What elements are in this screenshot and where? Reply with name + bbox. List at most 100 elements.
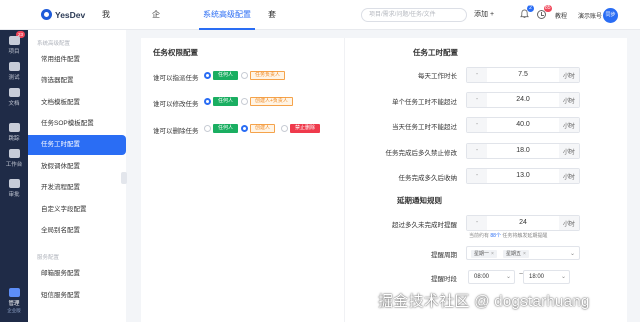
left-rail: 23 项目 测试 文档 跳踪 工作台 审批 管理 企业版 (0, 0, 28, 322)
stepper-value[interactable]: 24.0 (487, 93, 559, 107)
permission-label: 谁可以删除任务 (153, 128, 199, 135)
logo[interactable]: YesDev (41, 9, 85, 20)
radio-creator[interactable] (241, 125, 248, 132)
test-icon (8, 62, 20, 71)
chevron-down-icon: ⌄ (560, 274, 566, 280)
sidebar-item-holidays[interactable]: 放假调休配置 (28, 157, 126, 177)
unit-label: 小时 (563, 222, 576, 228)
sidebar-group-title: 系统高级配置 (37, 41, 71, 47)
rail-item-approval[interactable]: 审批 (0, 179, 28, 198)
workhours-label: 任务完成后多久禁止修改 (385, 150, 458, 157)
stepper-value[interactable]: 7.5 (487, 68, 559, 82)
clock-badge: 85 (544, 5, 552, 12)
unit-label: 小时 (563, 150, 576, 156)
radio-anyone[interactable] (204, 125, 211, 132)
permission-label: 谁可以修改任务 (153, 101, 199, 108)
time-start-select[interactable]: 08:00 ⌄ (468, 270, 515, 284)
close-icon[interactable]: × (523, 251, 526, 257)
rail-item-workbench[interactable]: 工作台 (0, 149, 28, 168)
reminder-threshold-label: 超过多久未完成时提醒 (392, 222, 457, 229)
minus-button[interactable]: - (467, 169, 487, 183)
nav-enterprise[interactable]: 企业管理 (148, 0, 164, 109)
tag-creator-assignee: 创建人+负责人 (250, 97, 293, 106)
rail-item-docs[interactable]: 文档 (0, 88, 28, 107)
tag-creator: 创建人 (250, 124, 276, 133)
sidebar-item-sop-templates[interactable]: 任务SOP模板配置 (28, 114, 126, 134)
account-name[interactable]: 演示账号 (578, 11, 602, 20)
workhours-label: 当天任务工时不能超过 (392, 124, 457, 131)
bell-badge: 2 (527, 5, 534, 12)
rail-item-test[interactable]: 测试 (0, 62, 28, 81)
stepper-value[interactable]: 24 (487, 216, 559, 230)
add-button[interactable]: 添加 + (474, 9, 494, 21)
admin-icon (8, 288, 20, 297)
minus-button[interactable]: - (467, 144, 487, 158)
unit-label: 小时 (563, 74, 576, 80)
minus-button[interactable]: - (467, 68, 487, 82)
top-bar: YesDev 我的信息 企业管理 系统高级配置 套餐 项目/需求/问题/任务/文… (0, 0, 640, 109)
config-sidebar: 系统高级配置 常用组件配置 筛选器配置 文档模板配置 任务SOP模板配置 任务工… (28, 30, 126, 322)
logo-icon (41, 9, 52, 20)
radio-forbid-delete[interactable] (281, 125, 288, 132)
period-label: 提醒周期 (431, 252, 457, 259)
sidebar-group-title: 服务配置 (37, 255, 60, 261)
radio-anyone[interactable] (204, 72, 211, 79)
reminder-title: 延期通知规则 (397, 196, 442, 205)
minus-button[interactable]: - (467, 118, 487, 132)
close-icon[interactable]: × (491, 251, 494, 257)
sidebar-item-doc-templates[interactable]: 文档模板配置 (28, 93, 126, 113)
radio-creator-assignee[interactable] (241, 98, 248, 105)
workhours-label: 任务完成多久后收纳 (398, 175, 458, 182)
tag-anyone: 任何人 (213, 124, 239, 133)
workbench-icon (8, 149, 20, 158)
sidebar-item-custom-fields[interactable]: 自定义字段配置 (28, 200, 126, 220)
time-range-label: 提醒时段 (431, 276, 457, 283)
minus-button[interactable]: - (467, 216, 487, 230)
minus-button[interactable]: - (467, 93, 487, 107)
tag-anyone: 任何人 (213, 71, 239, 80)
chevron-down-icon: ⌄ (505, 274, 511, 280)
tag-forbid-delete: 禁止删除 (290, 124, 321, 133)
time-end-select[interactable]: 18:00 ⌄ (523, 270, 570, 284)
nav-package[interactable]: 套餐 (264, 0, 280, 49)
sidebar-item-components[interactable]: 常用组件配置 (28, 50, 126, 70)
stepper-value[interactable]: 13.0 (487, 169, 559, 183)
radio-assignee[interactable] (241, 72, 248, 79)
sidebar-item-workhours[interactable]: 任务工时配置 (28, 135, 126, 155)
project-icon (8, 36, 20, 45)
sidebar-item-aliases[interactable]: 全局别名配置 (28, 221, 126, 241)
nav-my-info[interactable]: 我的信息 (98, 0, 114, 109)
watermark: 掘金技术社区 @ dogstarhuang (378, 293, 590, 310)
permission-title: 任务权限配置 (153, 48, 198, 57)
permission-label: 谁可以指派任务 (153, 75, 199, 82)
tag-anyone: 任何人 (213, 97, 239, 106)
workhours-title: 任务工时配置 (413, 48, 458, 57)
reminder-hint: 当前约有 88个 任务将触发延期提醒 (469, 233, 548, 239)
sidebar-item-dev-flow[interactable]: 开发流程配置 (28, 178, 126, 198)
workhours-label: 单个任务工时不能超过 (392, 99, 457, 106)
search-input[interactable]: 项目/需求/问题/任务/文件 (361, 8, 467, 22)
stepper-value[interactable]: 40.0 (487, 118, 559, 132)
stepper-value[interactable]: 18.0 (487, 144, 559, 158)
radio-anyone[interactable] (204, 98, 211, 105)
tutorial-link[interactable]: 教程 (555, 11, 567, 20)
approval-icon (8, 179, 20, 188)
sidebar-collapse-handle[interactable] (121, 172, 127, 184)
workhours-label: 每天工作时长 (418, 73, 457, 80)
rail-item-admin[interactable]: 管理 企业版 (0, 288, 28, 314)
sidebar-item-sms[interactable]: 短信服务配置 (28, 286, 126, 306)
unit-label: 小时 (563, 99, 576, 105)
period-select[interactable]: 星期一 × 星期五 × ⌄ (466, 246, 580, 260)
period-chip[interactable]: 星期一 × (471, 250, 497, 258)
document-icon (8, 88, 20, 97)
sidebar-item-email[interactable]: 邮箱服务配置 (28, 264, 126, 284)
nav-advanced-config[interactable]: 系统高级配置 (199, 0, 255, 30)
rail-item-track[interactable]: 跳踪 (0, 123, 28, 142)
sidebar-item-filters[interactable]: 筛选器配置 (28, 71, 126, 91)
unit-label: 小时 (563, 124, 576, 130)
avatar[interactable]: 同步 (603, 8, 618, 23)
chevron-down-icon: ⌄ (569, 251, 575, 257)
rail-item-project[interactable]: 项目 (0, 36, 28, 55)
plus-icon: + (488, 11, 495, 18)
period-chip[interactable]: 星期五 × (503, 250, 529, 258)
